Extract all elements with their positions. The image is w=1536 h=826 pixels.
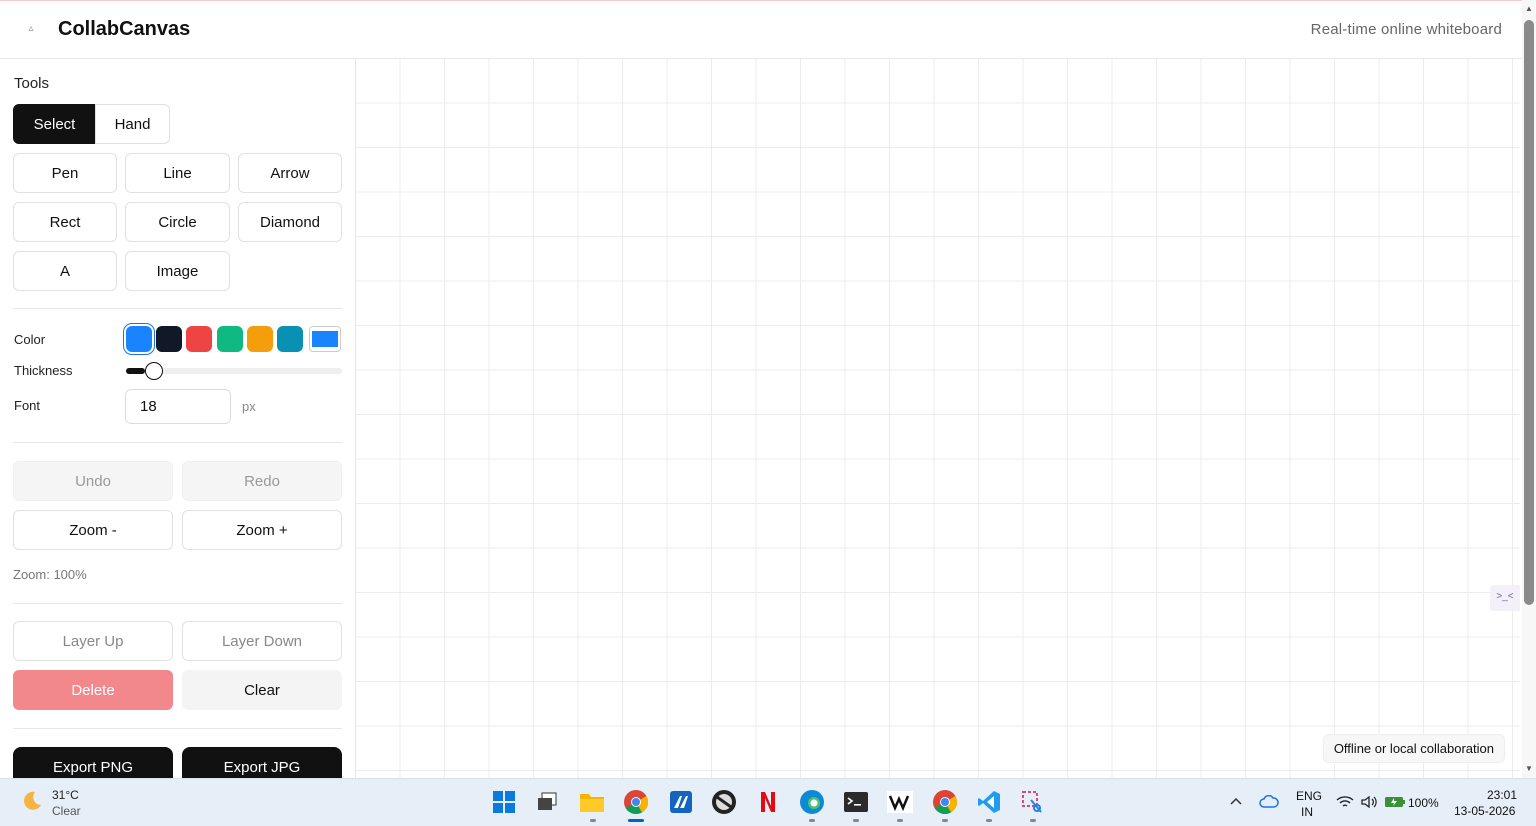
zoom-out-button[interactable]: Zoom - — [13, 510, 173, 550]
zoom-in-button[interactable]: Zoom + — [182, 510, 342, 550]
diamond-tool-button[interactable]: Diamond — [238, 202, 342, 242]
tagline: Real-time online whiteboard — [1310, 21, 1502, 38]
battery-percentage[interactable]: 100% — [1408, 796, 1439, 810]
vscode-icon[interactable] — [976, 789, 1002, 815]
windows-start-icon[interactable] — [491, 789, 517, 815]
logo-icon: ▵ — [28, 23, 34, 34]
file-explorer-icon[interactable] — [579, 789, 605, 815]
app-w-icon[interactable] — [887, 789, 913, 815]
rect-tool-button[interactable]: Rect — [13, 202, 117, 242]
circle-tool-button[interactable]: Circle — [125, 202, 230, 242]
line-tool-button[interactable]: Line — [125, 153, 230, 193]
pen-tool-button[interactable]: Pen — [13, 153, 117, 193]
weather-temperature[interactable]: 31°C — [52, 788, 79, 802]
thickness-label: Thickness — [14, 363, 73, 378]
moon-icon[interactable] — [20, 789, 44, 813]
arrow-tool-button[interactable]: Arrow — [238, 153, 342, 193]
thickness-slider-fill — [126, 368, 146, 374]
divider — [13, 728, 342, 729]
chrome-icon[interactable] — [623, 789, 649, 815]
clear-button[interactable]: Clear — [182, 670, 342, 710]
text-tool-button[interactable]: A — [13, 251, 117, 291]
thickness-slider-thumb[interactable] — [145, 362, 164, 380]
layer-up-button[interactable]: Layer Up — [13, 621, 173, 661]
page-scrollbar[interactable]: ▲ ▼ — [1522, 0, 1536, 778]
divider — [13, 308, 342, 309]
color-swatch-blue[interactable] — [126, 326, 152, 352]
edge-running-indicator — [809, 819, 815, 822]
font-label: Font — [14, 398, 41, 413]
scroll-thumb[interactable] — [1524, 20, 1534, 605]
scroll-up-icon[interactable]: ▲ — [1524, 4, 1534, 14]
cloud-icon[interactable] — [1259, 795, 1279, 809]
battery-charging-icon[interactable] — [1384, 795, 1406, 808]
custom-color-fill — [312, 331, 338, 347]
terminal-icon[interactable] — [843, 789, 869, 815]
edge-icon[interactable] — [799, 789, 825, 815]
color-swatch-red[interactable] — [186, 326, 212, 352]
snipping-tool-icon[interactable] — [1020, 789, 1046, 815]
region-indicator[interactable]: IN — [1301, 805, 1313, 819]
obs-icon[interactable] — [711, 789, 737, 815]
font-unit: px — [242, 399, 256, 414]
delete-button[interactable]: Delete — [13, 670, 173, 710]
clock-date[interactable]: 13-05-2026 — [1454, 804, 1515, 818]
chrome-profile-icon[interactable] — [932, 789, 958, 815]
color-swatch-black[interactable] — [156, 326, 182, 352]
divider — [13, 442, 342, 443]
tools-title: Tools — [14, 75, 50, 92]
divider — [13, 603, 342, 604]
color-swatch-teal[interactable] — [277, 326, 303, 352]
zoom-level: Zoom: 100% — [13, 567, 87, 582]
terminal-running-indicator — [853, 819, 859, 822]
font-size-input[interactable] — [125, 389, 231, 424]
clock-time[interactable]: 23:01 — [1487, 788, 1517, 802]
chevron-up-icon[interactable] — [1229, 796, 1243, 806]
chrome-active-indicator — [628, 819, 644, 822]
language-indicator[interactable]: ENG — [1296, 789, 1322, 803]
hand-tool-button[interactable]: Hand — [95, 104, 170, 144]
color-swatch-green[interactable] — [217, 326, 243, 352]
app-header: ▵ CollabCanvas Real-time online whiteboa… — [0, 1, 1522, 59]
export-jpg-button[interactable]: Export JPG — [182, 747, 342, 778]
side-widget-icon[interactable]: >_< — [1490, 585, 1520, 611]
file-explorer-running-indicator — [590, 819, 596, 822]
color-swatch-orange[interactable] — [247, 326, 273, 352]
netflix-icon[interactable] — [755, 789, 781, 815]
collaboration-status: Offline or local collaboration — [1322, 734, 1505, 763]
snipping-tool-running-indicator — [1030, 819, 1036, 822]
app-w-running-indicator — [897, 819, 903, 822]
app-icon[interactable] — [668, 789, 694, 815]
select-tool-button[interactable]: Select — [13, 104, 96, 144]
redo-button[interactable]: Redo — [182, 461, 342, 501]
wifi-icon[interactable] — [1336, 795, 1354, 809]
color-label: Color — [14, 332, 46, 347]
windows-taskbar: 31°C Clear ENG IN 100% 23:01 13-05-2026 — [0, 778, 1536, 826]
task-view-icon[interactable] — [534, 789, 560, 815]
app-title: CollabCanvas — [58, 18, 191, 40]
tools-sidebar: Tools Select Hand Pen Line Arrow Rect Ci… — [0, 59, 356, 778]
scroll-down-icon[interactable]: ▼ — [1524, 764, 1534, 774]
custom-color-picker[interactable] — [309, 326, 341, 352]
vscode-running-indicator — [986, 819, 992, 822]
layer-down-button[interactable]: Layer Down — [182, 621, 342, 661]
volume-icon[interactable] — [1360, 795, 1378, 809]
weather-description[interactable]: Clear — [52, 804, 81, 818]
image-tool-button[interactable]: Image — [125, 251, 230, 291]
undo-button[interactable]: Undo — [13, 461, 173, 501]
whiteboard-canvas[interactable]: >_< Offline or local collaboration — [356, 59, 1520, 778]
chrome-profile-running-indicator — [942, 819, 948, 822]
export-png-button[interactable]: Export PNG — [13, 747, 173, 778]
